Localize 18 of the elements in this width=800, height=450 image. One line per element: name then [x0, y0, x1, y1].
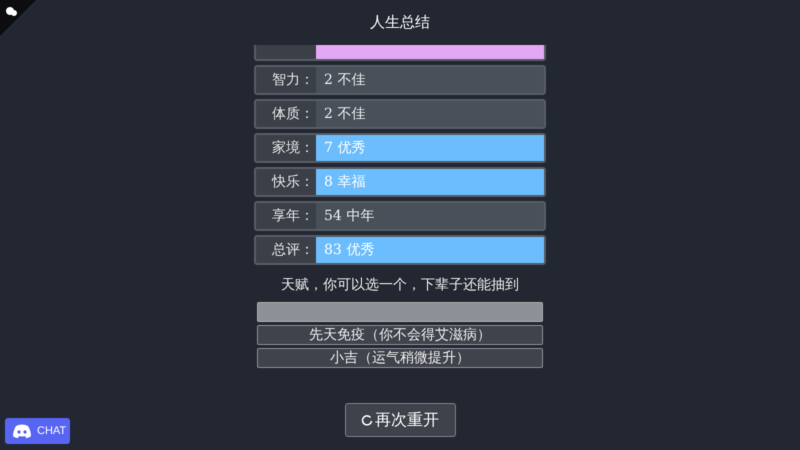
page-title: 人生总结 [370, 13, 430, 32]
talent-prompt: 天赋，你可以选一个，下辈子还能抽到 [280, 276, 520, 295]
restart-button[interactable]: 再次重开 [344, 403, 456, 437]
stat-value: 83 优秀 [316, 237, 544, 263]
stat-label: 体质： [256, 101, 316, 127]
talent-option[interactable]: 小吉（运气稍微提升） [257, 348, 543, 368]
stat-value: 54 中年 [316, 203, 544, 229]
stat-value: 8 幸福 [316, 169, 544, 195]
stat-value: 7 优秀 [316, 135, 544, 161]
stat-label: 家境： [256, 135, 316, 161]
stat-value: 2 不佳 [316, 101, 544, 127]
stat-label: 智力： [256, 67, 316, 93]
stat-label: 享年： [256, 203, 316, 229]
chat-button[interactable]: CHAT [5, 418, 70, 444]
talent-option[interactable]: 先天免疫（你不会得艾滋病） [257, 325, 543, 345]
stat-label: 总评： [256, 237, 316, 263]
stat-value: 2 不佳 [316, 67, 544, 93]
stat-label: 快乐： [256, 169, 316, 195]
